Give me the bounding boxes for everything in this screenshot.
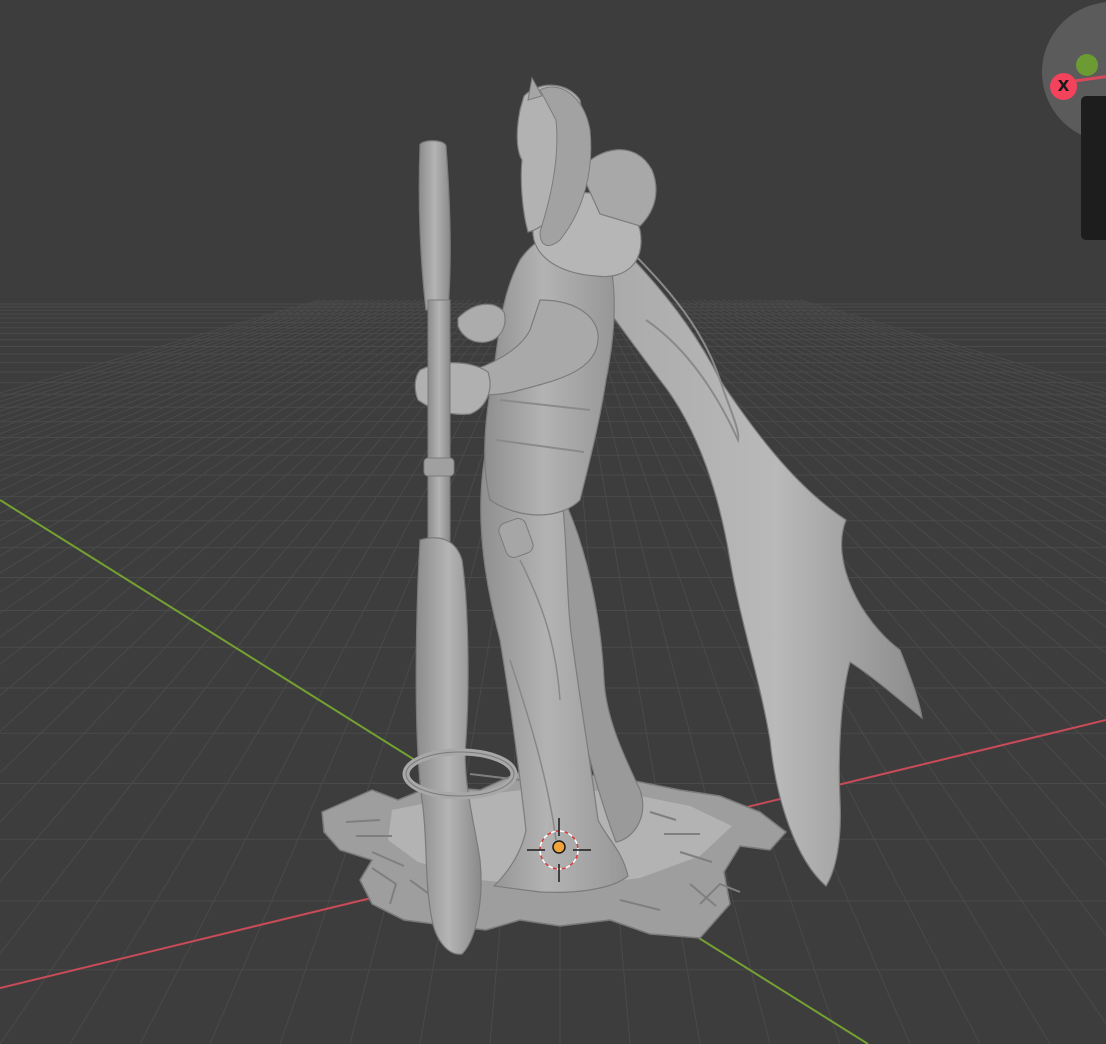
figure-hand (414, 362, 491, 415)
viewport-tool-panel[interactable] (1081, 96, 1106, 240)
gizmo-y-axis-ball[interactable] (1076, 54, 1098, 76)
staff-band (423, 457, 455, 477)
gizmo-x-axis-ball[interactable]: X (1050, 73, 1077, 100)
3d-viewport[interactable]: X (0, 0, 1106, 1044)
staff-top (418, 140, 451, 311)
viewport-scene[interactable] (0, 0, 1106, 1044)
